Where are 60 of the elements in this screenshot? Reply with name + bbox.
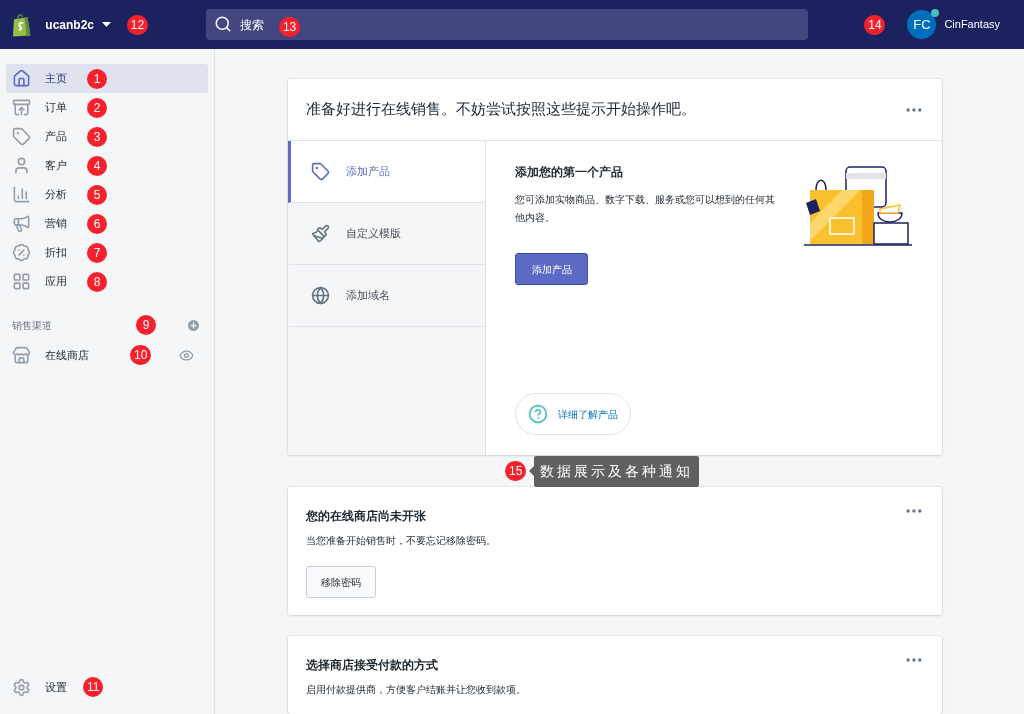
help-icon — [528, 404, 548, 424]
number-badge: 3 — [87, 126, 107, 147]
tab-icon — [311, 224, 330, 243]
number-badge: 12 — [127, 14, 148, 35]
sidebar-item[interactable]: 应用 8 — [6, 267, 208, 296]
number-badge: 7 — [87, 242, 107, 263]
section-heading: 销售渠道 — [12, 318, 53, 333]
store-icon — [12, 345, 31, 365]
add-product-button[interactable]: 添加产品 — [515, 253, 588, 285]
number-badge: 9 — [136, 315, 156, 335]
card-text: 当您准备开始销售时，不要忘记移除密码。 — [306, 534, 497, 548]
nav-icon — [12, 185, 31, 204]
nav-icon — [12, 272, 31, 291]
nav-icon — [12, 214, 31, 233]
card-text: 启用付款提供商，方便客户结账并让您收到款项。 — [306, 683, 527, 697]
number-badge: 11 — [83, 677, 104, 697]
caret-icon — [102, 22, 111, 27]
tab-icon — [311, 286, 330, 305]
sidebar-item[interactable]: 产品 3 — [6, 122, 208, 151]
tab-icon — [311, 162, 330, 181]
tooltip: 数据展示及各种通知 — [534, 455, 700, 487]
add-icon[interactable] — [186, 317, 201, 333]
card-title: 准备好进行在线销售。不妨尝试按照这些提示开始操作吧。 — [306, 99, 696, 120]
sidebar-item[interactable]: 设置 — [45, 678, 83, 696]
settings-icon — [12, 677, 31, 697]
number-badge: 1 — [87, 68, 107, 89]
nav-icon — [12, 69, 31, 88]
remove-password-button[interactable]: 移除密码 — [306, 566, 376, 598]
nav-icon — [12, 98, 31, 117]
search-icon — [213, 15, 232, 33]
user-avatar[interactable]: FC — [907, 10, 937, 39]
number-badge: 5 — [87, 184, 107, 205]
number-badge: 6 — [87, 213, 107, 234]
sidebar-item[interactable]: 在线商店 — [45, 346, 130, 364]
eye-icon[interactable] — [179, 347, 195, 363]
card-title: 您的在线商店尚未开张 — [306, 508, 426, 525]
setup-tab[interactable]: 添加域名 — [288, 265, 485, 327]
sidebar-item[interactable]: 订单 2 — [6, 93, 208, 122]
card-title: 选择商店接受付款的方式 — [306, 657, 438, 674]
nav-icon — [12, 243, 31, 262]
number-badge: 4 — [87, 155, 107, 176]
panel-text: 您可添加实物商品、数字下载、服务或您可以想到的任何其他内容。 — [515, 193, 776, 225]
setup-tab[interactable]: 添加产品 — [288, 141, 485, 203]
nav-icon — [12, 156, 31, 175]
sidebar-item[interactable]: 折扣 7 — [6, 238, 208, 267]
number-badge: 14 — [864, 14, 886, 35]
store-switcher[interactable]: ucanb2c — [45, 15, 111, 34]
sidebar-item[interactable]: 分析 5 — [6, 180, 208, 209]
panel-heading: 添加您的第一个产品 — [515, 164, 624, 181]
sidebar-item[interactable]: 主页 1 — [6, 64, 208, 93]
shopping-bag-logo[interactable] — [12, 11, 32, 38]
sidebar-item[interactable]: 营销 6 — [6, 209, 208, 238]
nav-icon — [12, 127, 31, 146]
sidebar-item[interactable]: 客户 4 — [6, 151, 208, 180]
number-badge: 10 — [130, 345, 152, 365]
number-badge: 15 — [505, 461, 527, 481]
setup-tab[interactable]: 自定义模版 — [288, 203, 485, 265]
user-name[interactable]: CinFantasy — [944, 16, 1000, 33]
number-badge: 8 — [87, 271, 107, 292]
number-badge: 2 — [87, 97, 107, 118]
